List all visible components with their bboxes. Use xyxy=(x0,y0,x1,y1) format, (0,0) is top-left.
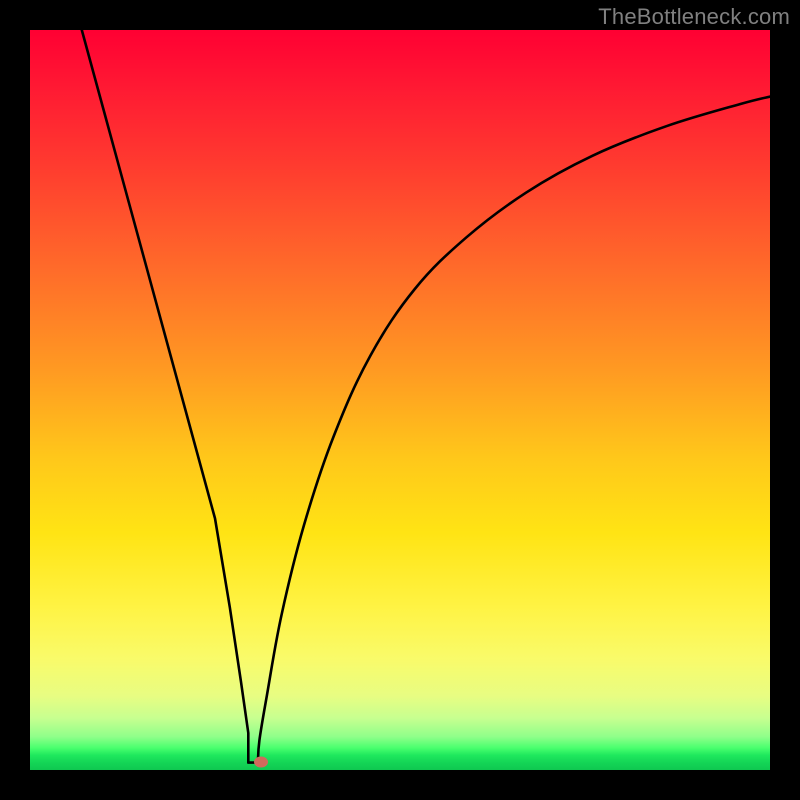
chart-frame: TheBottleneck.com xyxy=(0,0,800,800)
bottleneck-curve xyxy=(30,30,770,770)
plot-area xyxy=(30,30,770,770)
optimal-point-marker xyxy=(254,756,268,767)
watermark-text: TheBottleneck.com xyxy=(598,4,790,30)
